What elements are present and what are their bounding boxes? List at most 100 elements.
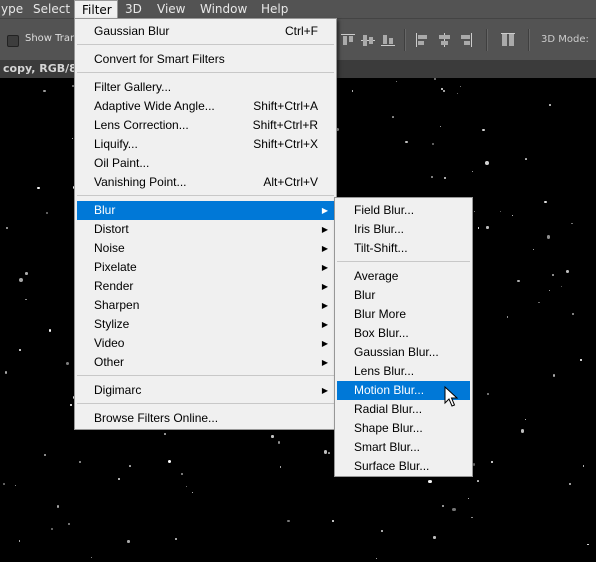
menu-item-other[interactable]: Other ▶ — [77, 353, 334, 372]
noise-speck — [506, 316, 509, 318]
menu-item-render[interactable]: Render ▶ — [77, 277, 334, 296]
noise-speck — [499, 210, 501, 212]
menu-view[interactable]: View — [150, 0, 192, 18]
menu-item-last-filter[interactable]: Gaussian Blur Ctrl+F — [77, 22, 334, 41]
submenu-item-smart-blur[interactable]: Smart Blur... — [337, 438, 470, 457]
noise-speck — [118, 477, 121, 480]
noise-speck — [546, 235, 551, 239]
submenu-item-blur-more[interactable]: Blur More — [337, 305, 470, 324]
submenu-item-field-blur[interactable]: Field Blur... — [337, 201, 470, 220]
menu-item-label: Average — [354, 269, 399, 283]
submenu-item-shape-blur[interactable]: Shape Blur... — [337, 419, 470, 438]
submenu-item-tilt-shift[interactable]: Tilt-Shift... — [337, 239, 470, 258]
menu-divider — [77, 403, 334, 404]
noise-speck — [68, 523, 71, 526]
noise-speck — [129, 465, 132, 467]
3d-mode-label: 3D Mode: — [541, 34, 589, 45]
noise-speck — [181, 472, 184, 475]
noise-speck — [25, 298, 27, 301]
submenu-arrow-icon: ▶ — [321, 225, 328, 234]
menu-item-stylize[interactable]: Stylize ▶ — [77, 315, 334, 334]
noise-speck — [48, 329, 51, 332]
menu-item-oil-paint[interactable]: Oil Paint... — [77, 154, 334, 173]
menu-item-filter-gallery[interactable]: Filter Gallery... — [77, 78, 334, 97]
menu-item-digimarc[interactable]: Digimarc ▶ — [77, 381, 334, 400]
menu-item-lens-correction[interactable]: Lens Correction... Shift+Ctrl+R — [77, 116, 334, 135]
noise-speck — [444, 177, 446, 179]
noise-speck — [442, 504, 445, 507]
menu-item-label: Convert for Smart Filters — [94, 52, 225, 66]
menu-3d[interactable]: 3D — [118, 0, 149, 18]
noise-speck — [566, 269, 569, 273]
menu-select[interactable]: Select — [26, 0, 77, 18]
menu-item-label: Field Blur... — [354, 203, 415, 217]
noise-speck — [191, 491, 194, 494]
menu-item-vanishing-point[interactable]: Vanishing Point... Alt+Ctrl+V — [77, 173, 334, 192]
align-hcenter-icon[interactable] — [436, 32, 452, 48]
noise-speck — [472, 463, 476, 466]
submenu-item-iris-blur[interactable]: Iris Blur... — [337, 220, 470, 239]
menu-item-label: Gaussian Blur... — [354, 345, 439, 359]
align-top-icon[interactable] — [340, 32, 356, 48]
noise-speck — [167, 460, 172, 464]
noise-speck — [471, 170, 474, 173]
menu-item-label: Oil Paint... — [94, 156, 150, 170]
noise-speck — [127, 540, 130, 543]
menu-help[interactable]: Help — [254, 0, 295, 18]
noise-speck — [45, 211, 48, 215]
noise-speck — [328, 451, 330, 454]
menu-item-label: Iris Blur... — [354, 222, 405, 236]
menu-item-noise[interactable]: Noise ▶ — [77, 239, 334, 258]
noise-speck — [380, 529, 383, 532]
menu-item-blur[interactable]: Blur ▶ — [77, 201, 334, 220]
menu-bar: ype Select Filter 3D View Window Help — [0, 0, 596, 18]
align-vcenter-icon[interactable] — [360, 32, 376, 48]
submenu-item-blur[interactable]: Blur — [337, 286, 470, 305]
noise-speck — [524, 418, 526, 421]
menu-item-liquify[interactable]: Liquify... Shift+Ctrl+X — [77, 135, 334, 154]
menu-divider — [337, 261, 470, 262]
submenu-item-average[interactable]: Average — [337, 267, 470, 286]
blur-submenu: Field Blur... Iris Blur... Tilt-Shift...… — [334, 197, 473, 477]
menu-item-pixelate[interactable]: Pixelate ▶ — [77, 258, 334, 277]
noise-speck — [70, 404, 72, 406]
menu-item-distort[interactable]: Distort ▶ — [77, 220, 334, 239]
menu-window[interactable]: Window — [193, 0, 254, 18]
menu-item-video[interactable]: Video ▶ — [77, 334, 334, 353]
noise-speck — [511, 214, 513, 217]
menu-item-sharpen[interactable]: Sharpen ▶ — [77, 296, 334, 315]
noise-speck — [432, 143, 435, 146]
submenu-item-box-blur[interactable]: Box Blur... — [337, 324, 470, 343]
align-left-icon[interactable] — [414, 32, 430, 48]
noise-speck — [4, 371, 8, 375]
menu-item-label: Blur More — [354, 307, 407, 321]
noise-speck — [185, 485, 188, 488]
align-right-icon[interactable] — [458, 32, 474, 48]
submenu-item-gaussian-blur[interactable]: Gaussian Blur... — [337, 343, 470, 362]
menu-item-adaptive-wide-angle[interactable]: Adaptive Wide Angle... Shift+Ctrl+A — [77, 97, 334, 116]
menu-item-convert-smart-filters[interactable]: Convert for Smart Filters — [77, 50, 334, 69]
menu-item-label: Filter Gallery... — [94, 80, 172, 94]
divider — [404, 29, 405, 51]
show-transform-checkbox[interactable] — [7, 35, 19, 47]
noise-speck — [524, 157, 527, 160]
menu-item-label: Motion Blur... — [354, 383, 425, 397]
menu-item-browse-filters-online[interactable]: Browse Filters Online... — [77, 409, 334, 428]
shortcut-label: Shift+Ctrl+R — [252, 118, 318, 132]
submenu-item-surface-blur[interactable]: Surface Blur... — [337, 457, 470, 476]
menu-filter[interactable]: Filter — [74, 0, 118, 18]
noise-speck — [280, 466, 282, 468]
divider — [528, 29, 529, 51]
menu-item-label: Sharpen — [94, 298, 140, 312]
noise-speck — [392, 116, 395, 119]
shortcut-label: Shift+Ctrl+X — [253, 137, 318, 151]
submenu-item-lens-blur[interactable]: Lens Blur... — [337, 362, 470, 381]
noise-speck — [459, 86, 462, 88]
menu-item-label: Other — [94, 355, 125, 369]
menu-divider — [77, 72, 334, 73]
auto-align-icon[interactable] — [500, 32, 516, 48]
menu-item-label: Digimarc — [94, 383, 142, 397]
noise-speck — [457, 92, 459, 94]
align-bottom-icon[interactable] — [380, 32, 396, 48]
noise-speck — [477, 227, 480, 229]
